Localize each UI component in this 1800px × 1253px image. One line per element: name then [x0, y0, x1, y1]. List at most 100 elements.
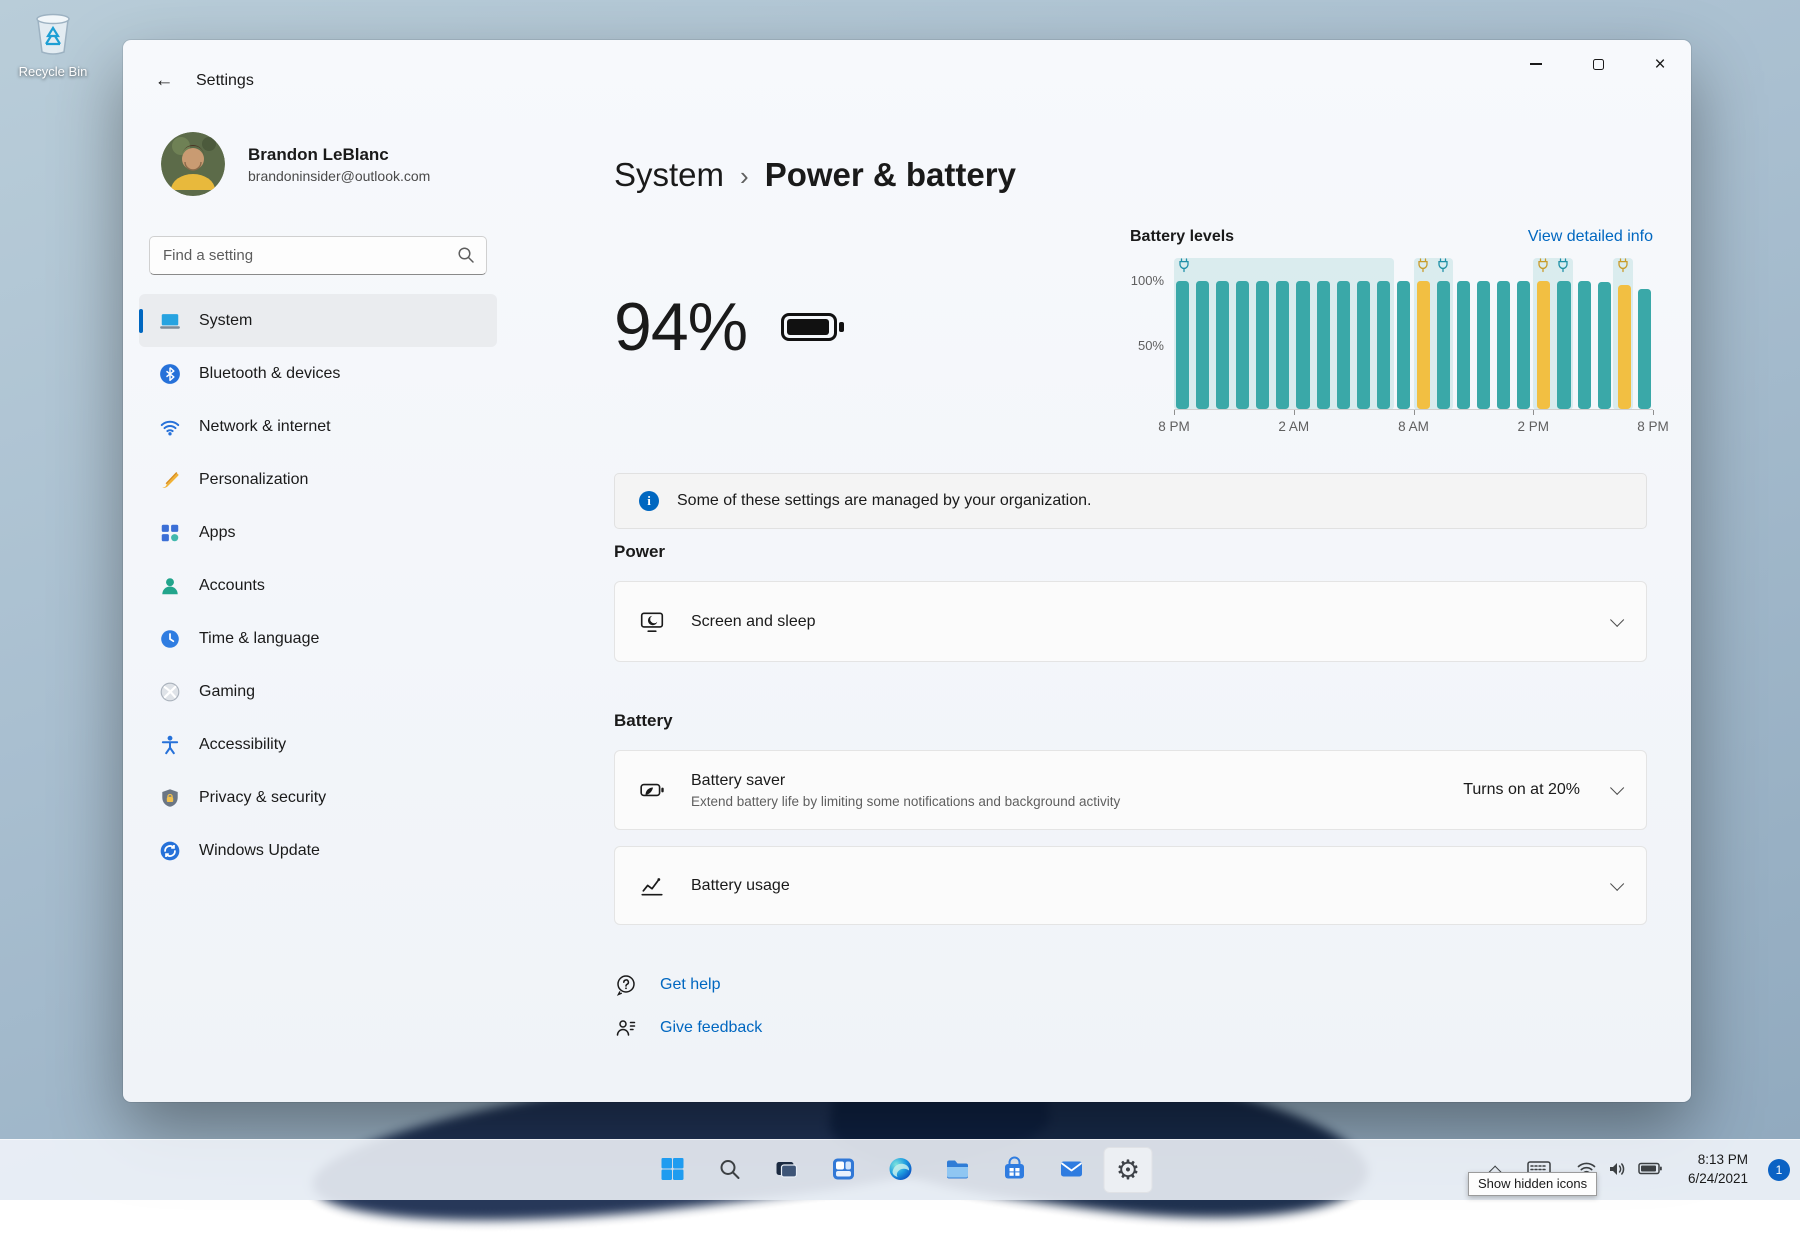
- battery-bar: [1397, 281, 1410, 409]
- paintbrush-icon: [159, 469, 181, 491]
- search-box: [149, 236, 487, 275]
- taskbar-search-button[interactable]: [705, 1147, 754, 1193]
- person-icon: [159, 575, 181, 597]
- section-power: Power: [614, 542, 665, 562]
- maximize-button[interactable]: [1567, 40, 1629, 88]
- charger-event-icon: [1617, 258, 1629, 278]
- accessibility-icon: [159, 734, 181, 756]
- banner-text: Some of these settings are managed by yo…: [677, 492, 1091, 510]
- store-button[interactable]: [990, 1147, 1039, 1193]
- minimize-button[interactable]: [1505, 40, 1567, 88]
- back-button[interactable]: ←: [145, 64, 183, 98]
- task-view-icon: [773, 1156, 799, 1185]
- titlebar: ← Settings ×: [123, 40, 1691, 123]
- breadcrumb: System › Power & battery: [614, 156, 1016, 194]
- battery-saver-card[interactable]: Battery saver Extend battery life by lim…: [614, 750, 1647, 830]
- sidebar-item-label: Network & internet: [199, 418, 331, 436]
- tray-battery-icon: [1638, 1162, 1662, 1178]
- settings-button[interactable]: ⚙: [1104, 1147, 1153, 1193]
- user-profile[interactable]: Brandon LeBlanc brandoninsider@outlook.c…: [161, 132, 430, 196]
- x-tick-label: 8 PM: [1637, 419, 1669, 434]
- window-title: Settings: [196, 72, 254, 90]
- view-detailed-info-link[interactable]: View detailed info: [1528, 228, 1653, 246]
- sidebar-item-network-internet[interactable]: Network & internet: [139, 400, 497, 453]
- sidebar-item-privacy-security[interactable]: Privacy & security: [139, 771, 497, 824]
- x-tickmark: [1414, 410, 1415, 415]
- battery-percent: 94%: [614, 288, 747, 366]
- sidebar-item-accessibility[interactable]: Accessibility: [139, 718, 497, 771]
- edge-icon: [887, 1156, 913, 1185]
- widgets-button[interactable]: [819, 1147, 868, 1193]
- get-help-label: Get help: [660, 976, 720, 994]
- battery-bar: [1618, 285, 1631, 409]
- chevron-right-icon: ›: [740, 158, 749, 192]
- battery-bar: [1256, 281, 1269, 409]
- battery-bar: [1337, 281, 1350, 409]
- battery-status: 94%: [614, 288, 837, 366]
- x-tick-label: 2 AM: [1278, 419, 1309, 434]
- sidebar-item-time-language[interactable]: Time & language: [139, 612, 497, 665]
- battery-bar: [1276, 281, 1289, 409]
- get-help-icon: [614, 973, 638, 997]
- battery-usage-card[interactable]: Battery usage: [614, 846, 1647, 925]
- sidebar-item-label: Time & language: [199, 630, 319, 648]
- start-icon: [659, 1156, 685, 1185]
- close-icon: ×: [1654, 55, 1665, 74]
- search-icon: [717, 1157, 741, 1184]
- give-feedback-link[interactable]: Give feedback: [614, 1016, 762, 1040]
- wifi-icon: [159, 416, 181, 438]
- file-explorer-icon: [944, 1156, 970, 1185]
- get-help-link[interactable]: Get help: [614, 973, 720, 997]
- charger-event-icon: [1557, 258, 1569, 278]
- user-email: brandoninsider@outlook.com: [248, 168, 430, 184]
- settings-window: ← Settings ×: [123, 40, 1691, 1102]
- battery-bar: [1638, 289, 1651, 409]
- sidebar-item-label: Gaming: [199, 683, 255, 701]
- chart-y-axis: 100% 50%: [1130, 258, 1174, 410]
- x-tick-label: 8 AM: [1398, 419, 1429, 434]
- file-explorer-button[interactable]: [933, 1147, 982, 1193]
- tray-time: 8:13 PM: [1688, 1151, 1748, 1170]
- search-input[interactable]: [149, 236, 487, 275]
- charger-event-icon: [1178, 258, 1190, 278]
- card-title: Battery saver: [691, 772, 1463, 790]
- screen-and-sleep-card[interactable]: Screen and sleep: [614, 581, 1647, 662]
- breadcrumb-system[interactable]: System: [614, 156, 724, 194]
- battery-bar: [1216, 281, 1229, 409]
- y-tick-label: 100%: [1131, 273, 1164, 288]
- notification-badge[interactable]: 1: [1768, 1159, 1790, 1181]
- sidebar-item-accounts[interactable]: Accounts: [139, 559, 497, 612]
- close-button[interactable]: ×: [1629, 40, 1691, 88]
- sidebar: Brandon LeBlanc brandoninsider@outlook.c…: [123, 123, 513, 1102]
- sidebar-item-system[interactable]: System: [139, 294, 497, 347]
- sidebar-item-windows-update[interactable]: Windows Update: [139, 824, 497, 877]
- clock-button[interactable]: 8:13 PM 6/24/2021: [1682, 1148, 1754, 1192]
- sidebar-item-personalization[interactable]: Personalization: [139, 453, 497, 506]
- chevron-down-icon[interactable]: [1610, 876, 1624, 890]
- sidebar-item-label: Apps: [199, 524, 235, 542]
- mail-button[interactable]: [1047, 1147, 1096, 1193]
- task-view-button[interactable]: [762, 1147, 811, 1193]
- update-icon: [159, 840, 181, 862]
- sidebar-item-label: Windows Update: [199, 842, 320, 860]
- sidebar-item-gaming[interactable]: Gaming: [139, 665, 497, 718]
- recycle-bin-shortcut[interactable]: Recycle Bin: [10, 8, 96, 79]
- recycle-bin-icon: [30, 43, 76, 60]
- battery-bar: [1497, 281, 1510, 409]
- sidebar-item-bluetooth-devices[interactable]: Bluetooth & devices: [139, 347, 497, 400]
- sidebar-item-apps[interactable]: Apps: [139, 506, 497, 559]
- battery-bar: [1598, 282, 1611, 409]
- search-icon: [457, 246, 475, 264]
- battery-bar: [1196, 281, 1209, 409]
- battery-levels-chart: Battery levels View detailed info 100% 5…: [1130, 228, 1653, 440]
- shield-icon: [159, 787, 181, 809]
- chevron-down-icon[interactable]: [1610, 781, 1624, 795]
- battery-bar: [1517, 281, 1530, 409]
- tray-volume-icon: [1608, 1161, 1626, 1180]
- sidebar-item-label: Bluetooth & devices: [199, 365, 340, 383]
- section-battery: Battery: [614, 711, 673, 731]
- edge-button[interactable]: [876, 1147, 925, 1193]
- chevron-down-icon[interactable]: [1610, 612, 1624, 626]
- sidebar-item-label: System: [199, 312, 252, 330]
- start-button[interactable]: [648, 1147, 697, 1193]
